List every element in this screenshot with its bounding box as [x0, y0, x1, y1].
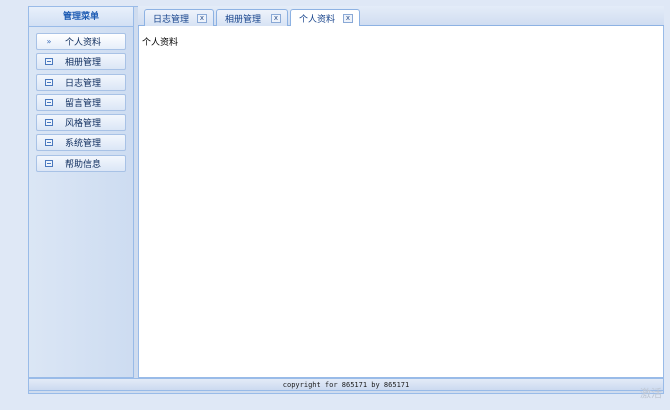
close-icon[interactable]: x: [197, 14, 207, 23]
content-text: 个人资料: [142, 38, 179, 48]
sidebar-item-label: 日志管理: [65, 78, 102, 89]
document-icon: [44, 118, 54, 127]
document-icon: [44, 78, 54, 87]
sidebar-menu: » 个人资料 相册管理 日志管理 留言管理 风格管理 系统管理 帮助信息: [29, 27, 133, 172]
document-icon: [44, 98, 54, 107]
document-icon: [44, 57, 54, 66]
tab-strip: 日志管理 x 相册管理 x 个人资料 x: [138, 6, 664, 27]
tab-label: 个人资料: [299, 15, 336, 25]
sidebar-item-label: 风格管理: [65, 119, 102, 130]
sidebar-item-help[interactable]: 帮助信息: [36, 154, 126, 172]
sidebar-title: 管理菜单: [29, 7, 133, 27]
sidebar-item-blog[interactable]: 日志管理: [36, 73, 126, 91]
close-icon[interactable]: x: [343, 14, 353, 23]
document-icon: [44, 159, 54, 168]
tab-album[interactable]: 相册管理 x: [216, 9, 288, 26]
footer: copyright for 865171 by 865171: [28, 378, 664, 391]
sidebar-item-system[interactable]: 系统管理: [36, 134, 126, 152]
sidebar-item-profile[interactable]: » 个人资料: [36, 33, 126, 50]
tab-label: 相册管理: [225, 14, 262, 25]
sidebar-item-album[interactable]: 相册管理: [36, 53, 126, 71]
document-icon: [44, 138, 54, 147]
content-panel: 个人资料: [138, 26, 664, 378]
sidebar-item-label: 帮助信息: [65, 159, 102, 170]
double-chevron-right-icon: »: [46, 37, 52, 46]
tab-label: 日志管理: [153, 14, 190, 25]
tab-profile[interactable]: 个人资料 x: [290, 9, 360, 27]
sidebar-item-label: 相册管理: [65, 58, 102, 69]
sidebar-item-messages[interactable]: 留言管理: [36, 93, 126, 111]
sidebar-item-label: 留言管理: [65, 98, 102, 109]
watermark: 激活: [640, 387, 662, 400]
close-icon[interactable]: x: [271, 14, 281, 23]
sidebar-item-label: 系统管理: [65, 139, 102, 150]
tab-blog[interactable]: 日志管理 x: [144, 9, 214, 26]
sidebar-item-label: 个人资料: [65, 38, 102, 48]
sidebar: 管理菜单 » 个人资料 相册管理 日志管理 留言管理 风格管理 系统管理 帮助信…: [28, 6, 134, 378]
sidebar-item-style[interactable]: 风格管理: [36, 114, 126, 132]
